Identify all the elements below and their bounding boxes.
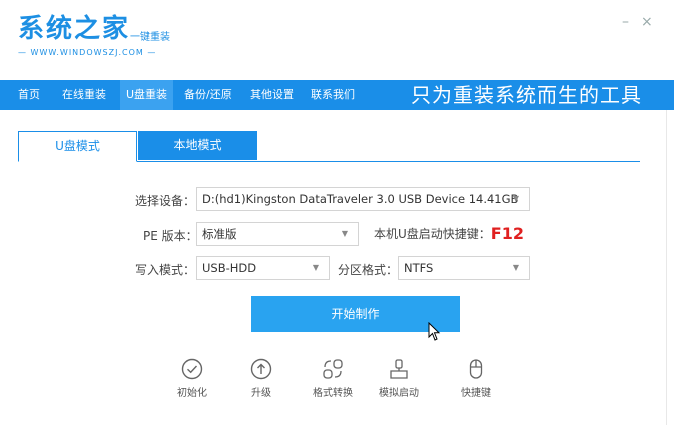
right-divider: [666, 110, 667, 425]
write-mode-value: USB-HDD: [202, 261, 257, 275]
brand-name: 系统之家: [18, 14, 131, 44]
chevron-down-icon: ▼: [312, 263, 319, 272]
tool-initialize-label: 初始化: [177, 388, 207, 399]
nav-item-online-reinstall[interactable]: 在线重装: [62, 80, 106, 110]
device-label: 选择设备：: [135, 194, 196, 208]
simulate-boot-icon: [390, 359, 408, 379]
boot-hotkey-value: F12: [490, 224, 524, 243]
tool-format-convert[interactable]: 格式转换: [303, 358, 363, 399]
chevron-down-icon: ▼: [512, 194, 519, 203]
top-nav-bar: 首页 在线重装 U盘重装 备份/还原 其他设置 联系我们 只为重装系统而生的工具: [0, 80, 674, 110]
write-mode-label: 写入模式：: [135, 263, 196, 277]
arrow-up-circle-icon: [250, 358, 272, 380]
nav-item-home[interactable]: 首页: [18, 80, 40, 110]
close-button[interactable]: ×: [641, 14, 653, 30]
brand-tagline: 一键重装: [130, 32, 170, 43]
tool-hotkeys[interactable]: 快捷键: [446, 358, 506, 399]
mode-tabs: U盘模式 本地模式: [18, 131, 640, 162]
chevron-down-icon: ▼: [341, 229, 348, 238]
nav-item-usb-reinstall[interactable]: U盘重装: [120, 80, 174, 110]
boot-hotkey-info: 本机U盘启动快捷键：F12: [374, 224, 524, 243]
tool-upgrade-label: 升级: [251, 388, 271, 399]
minimize-button[interactable]: –: [622, 14, 629, 30]
nav-item-other-settings[interactable]: 其他设置: [250, 80, 294, 110]
chevron-down-icon: ▼: [512, 263, 519, 272]
tool-simulate-boot[interactable]: 模拟启动: [369, 358, 429, 399]
tab-usb-mode[interactable]: U盘模式: [18, 131, 137, 162]
partition-format-label: 分区格式：: [338, 263, 399, 277]
tab-local-mode[interactable]: 本地模式: [138, 131, 257, 160]
nav-item-contact-us[interactable]: 联系我们: [311, 80, 355, 110]
tool-initialize[interactable]: 初始化: [162, 358, 222, 399]
device-value: D:(hd1)Kingston DataTraveler 3.0 USB Dev…: [202, 192, 519, 206]
mouse-cursor-icon: [428, 322, 441, 341]
pe-version-value: 标准版: [202, 227, 237, 241]
pe-version-select[interactable]: 标准版 ▼: [196, 222, 359, 246]
mouse-icon: [469, 359, 483, 379]
write-mode-select[interactable]: USB-HDD ▼: [196, 256, 330, 280]
tool-upgrade[interactable]: 升级: [231, 358, 291, 399]
pe-version-label: PE 版本：: [143, 229, 198, 243]
tool-simulate-boot-label: 模拟启动: [379, 388, 419, 399]
device-select[interactable]: D:(hd1)Kingston DataTraveler 3.0 USB Dev…: [196, 187, 530, 211]
partition-format-value: NTFS: [404, 261, 434, 275]
tool-format-convert-label: 格式转换: [313, 388, 353, 399]
brand-url: — WWW.WINDOWSZJ.COM —: [18, 48, 157, 57]
convert-icon: [323, 359, 343, 379]
partition-format-select[interactable]: NTFS ▼: [398, 256, 530, 280]
brand-url-text: WWW.WINDOWSZJ.COM: [30, 48, 144, 57]
boot-hotkey-label: 本机U盘启动快捷键：: [374, 227, 491, 241]
brand-logo: 系统之家 一键重装 — WWW.WINDOWSZJ.COM —: [18, 14, 170, 57]
nav-item-backup-restore[interactable]: 备份/还原: [184, 80, 232, 110]
tool-hotkeys-label: 快捷键: [461, 388, 491, 399]
nav-slogan: 只为重装系统而生的工具: [411, 83, 642, 107]
check-circle-icon: [181, 358, 203, 380]
